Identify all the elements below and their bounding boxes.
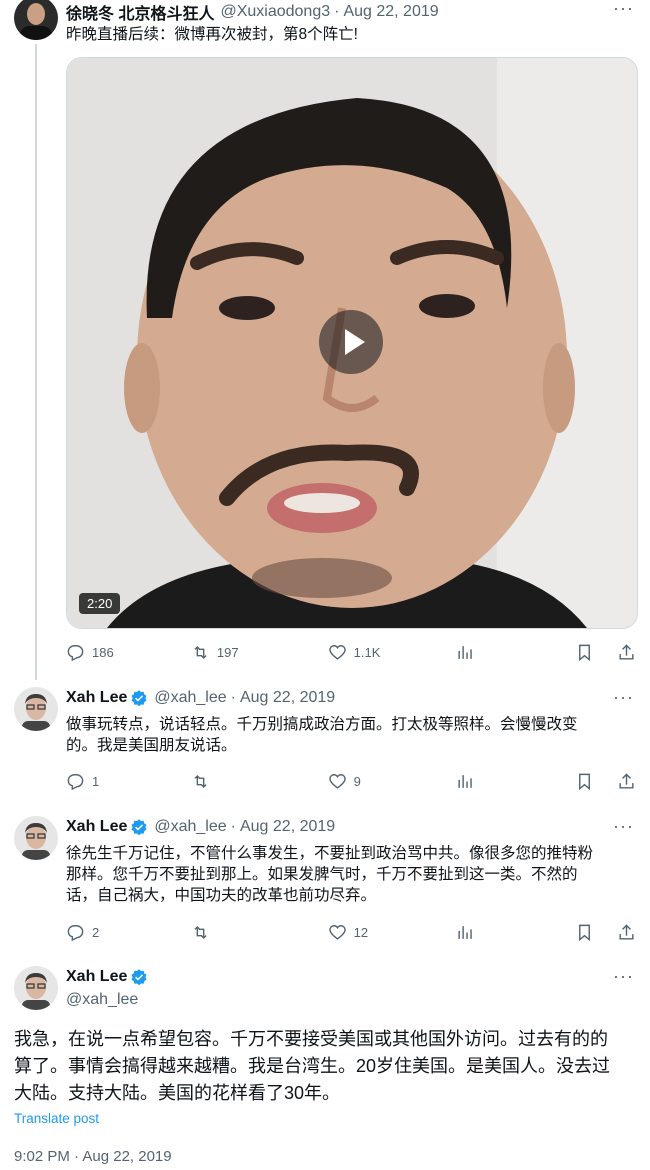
- tweet-text-line: 的。我是美国朋友说话。: [66, 737, 237, 754]
- more-icon[interactable]: ···: [613, 687, 634, 708]
- separator-dot: ·: [334, 3, 340, 20]
- verified-badge-icon: [131, 819, 147, 836]
- views-icon: [458, 774, 473, 788]
- bookmark-icon: [579, 644, 591, 661]
- like-button[interactable]: 12: [328, 923, 457, 942]
- display-name[interactable]: Xah Lee: [66, 818, 127, 836]
- share-icon: [619, 923, 634, 940]
- retweet-count: 197: [216, 644, 239, 660]
- thread-connector-line: [35, 44, 37, 680]
- views-icon: [458, 645, 473, 659]
- tweet-text-line: 大陆。支持大陆。美国的花样看了30年。: [14, 1083, 341, 1103]
- separator-dot: ·: [230, 818, 236, 835]
- views-button[interactable]: [456, 643, 575, 662]
- video-duration: 2:20: [79, 593, 121, 614]
- tweet-text-line: 那样。您千万不要扯到那上。如果发脾气时，千万不要扯到这一类。不然的: [66, 866, 578, 883]
- verified-badge-icon: [131, 690, 147, 707]
- tweet-text-line: 做事玩转点，说话轻点。千万别搞成政治方面。打太极等照样。会慢慢改变: [66, 716, 578, 733]
- avatar[interactable]: [14, 0, 58, 40]
- more-icon[interactable]: ···: [613, 816, 634, 837]
- bookmark-icon: [579, 924, 591, 941]
- bookmark-button[interactable]: [575, 643, 617, 662]
- tweet-actions: 1 9: [66, 770, 636, 792]
- reply-count: 1: [92, 773, 100, 789]
- like-icon: [328, 644, 346, 660]
- share-button[interactable]: [617, 772, 636, 791]
- reply-icon: [67, 924, 84, 941]
- tweet-text: 徐先生千万记住，不管什么事发生，不要扯到政治骂中共。像很多您的推特粉 那样。您千…: [66, 843, 593, 906]
- user-handle[interactable]: @xah_lee: [66, 991, 138, 1009]
- display-name[interactable]: 徐晓冬 北京格斗狂人: [66, 0, 214, 24]
- main-tweet-handle-row: @xah_lee: [66, 991, 138, 1009]
- translate-post-link[interactable]: Translate post: [14, 1111, 99, 1126]
- bookmark-button[interactable]: [575, 772, 617, 791]
- reply-button[interactable]: 2: [66, 923, 191, 942]
- tweet-text-line: 徐先生千万记住，不管什么事发生，不要扯到政治骂中共。像很多您的推特粉: [66, 845, 594, 862]
- retweet-icon: [194, 645, 207, 659]
- tweet-date[interactable]: Aug 22, 2019: [240, 818, 335, 836]
- reply-button[interactable]: 186: [66, 643, 191, 662]
- retweet-button[interactable]: 197: [191, 643, 328, 662]
- main-tweet-header: Xah Lee: [66, 968, 148, 986]
- play-button[interactable]: [319, 310, 383, 374]
- tweet-date[interactable]: Aug 22, 2019: [343, 3, 438, 21]
- tweet-actions: 186 197 1.1K: [66, 641, 636, 663]
- like-icon: [328, 924, 346, 940]
- display-name[interactable]: Xah Lee: [66, 968, 127, 986]
- retweet-icon: [194, 774, 207, 788]
- share-button[interactable]: [617, 923, 636, 942]
- more-icon[interactable]: ···: [613, 966, 634, 987]
- tweet-text-line: 我急，在说一点希望包容。千万不要接受美国或其他国外访问。过去有的的: [14, 1029, 608, 1049]
- avatar[interactable]: [14, 966, 58, 1010]
- retweet-button[interactable]: [191, 923, 328, 942]
- user-handle[interactable]: @Xuxiaodong3: [220, 3, 330, 21]
- tweet-text-line: 话，自己祸大，中国功夫的改革也前功尽弃。: [66, 887, 377, 904]
- bookmark-button[interactable]: [575, 923, 617, 942]
- verified-badge-icon: [131, 969, 147, 986]
- views-icon: [458, 925, 473, 939]
- play-icon: [345, 329, 365, 355]
- avatar[interactable]: [14, 816, 58, 860]
- bookmark-icon: [579, 773, 591, 790]
- tweet-header: Xah Lee @xah_lee · Aug 22, 2019: [66, 818, 335, 836]
- like-count: 12: [353, 924, 369, 940]
- like-count: 9: [353, 773, 361, 789]
- tweet-text-line: 算了。事情会搞得越来越糟。我是台湾生。20岁住美国。是美国人。没去过: [14, 1056, 611, 1076]
- reply-icon: [67, 644, 84, 661]
- tweet-text: 做事玩转点，说话轻点。千万别搞成政治方面。打太极等照样。会慢慢改变 的。我是美国…: [66, 714, 578, 756]
- video-player[interactable]: 2:20: [66, 57, 638, 629]
- more-icon[interactable]: ···: [613, 0, 634, 19]
- tweet-header: 徐晓冬 北京格斗狂人 @Xuxiaodong3 · Aug 22, 2019: [66, 0, 439, 24]
- share-icon: [619, 772, 634, 789]
- retweet-icon: [194, 925, 207, 939]
- display-name[interactable]: Xah Lee: [66, 689, 127, 707]
- views-button[interactable]: [456, 772, 575, 791]
- user-handle[interactable]: @xah_lee: [154, 689, 226, 707]
- reply-count: 2: [92, 924, 100, 940]
- share-button[interactable]: [617, 643, 636, 662]
- reply-icon: [67, 773, 84, 790]
- like-count: 1.1K: [353, 644, 381, 660]
- like-button[interactable]: 9: [328, 772, 457, 791]
- reply-count: 186: [92, 644, 114, 660]
- tweet-date[interactable]: Aug 22, 2019: [240, 689, 335, 707]
- like-button[interactable]: 1.1K: [328, 643, 457, 662]
- separator-dot: ·: [230, 689, 236, 706]
- views-button[interactable]: [456, 923, 575, 942]
- avatar[interactable]: [14, 687, 58, 731]
- reply-button[interactable]: 1: [66, 772, 191, 791]
- main-tweet-text: 我急，在说一点希望包容。千万不要接受美国或其他国外访问。过去有的的 算了。事情会…: [14, 1026, 610, 1107]
- tweet-actions: 2 12: [66, 921, 636, 943]
- like-icon: [328, 773, 346, 789]
- tweet-header: Xah Lee @xah_lee · Aug 22, 2019: [66, 689, 335, 707]
- tweet-text: 昨晚直播后续：微博再次被封，第8个阵亡!: [66, 26, 358, 43]
- share-icon: [619, 643, 634, 660]
- main-tweet-timestamp[interactable]: 9:02 PM · Aug 22, 2019: [14, 1148, 172, 1165]
- retweet-button[interactable]: [191, 772, 328, 791]
- user-handle[interactable]: @xah_lee: [154, 818, 226, 836]
